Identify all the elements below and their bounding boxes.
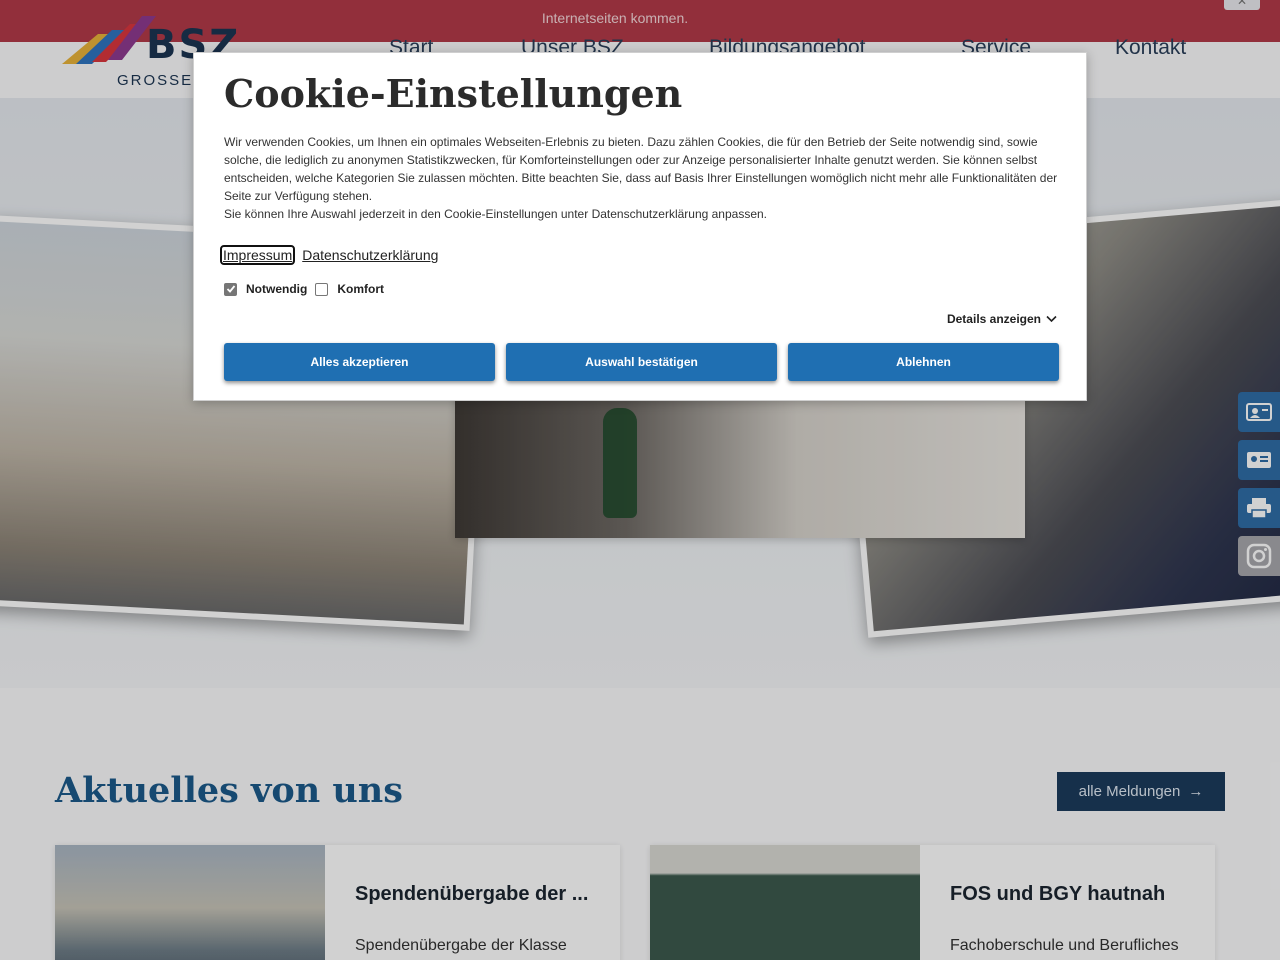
decline-button[interactable]: Ablehnen [788,343,1059,381]
checkbox-komfort[interactable] [315,282,329,296]
chevron-down-icon [1046,315,1057,323]
cookie-categories: Notwendig Komfort [224,282,392,296]
accept-all-button[interactable]: Alles akzeptieren [224,343,495,381]
details-label: Details anzeigen [946,312,1041,326]
privacy-link[interactable]: Datenschutzerklärung [301,247,439,263]
checkbox-notwendig[interactable] [224,282,237,296]
checkbox-komfort-label: Komfort [337,282,384,296]
checkmark-icon [226,285,235,293]
cookie-dialog-title: Cookie-Einstellungen [224,71,683,116]
checkbox-notwendig-label: Notwendig [246,282,308,296]
cookie-links: Impressum Datenschutzerklärung [219,245,439,265]
cookie-text-paragraph: Wir verwenden Cookies, um Ihnen ein opti… [224,135,1058,203]
confirm-selection-button[interactable]: Auswahl bestätigen [506,343,777,381]
impressum-link[interactable]: Impressum [219,245,296,265]
details-toggle[interactable]: Details anzeigen [947,312,1057,326]
cookie-text-paragraph: Sie können Ihre Auswahl jederzeit in den… [224,207,768,221]
cookie-dialog-text: Wir verwenden Cookies, um Ihnen ein opti… [224,133,1064,223]
cookie-buttons: Alles akzeptieren Auswahl bestätigen Abl… [224,343,1059,381]
cookie-dialog: Cookie-Einstellungen Wir verwenden Cooki… [193,52,1087,401]
